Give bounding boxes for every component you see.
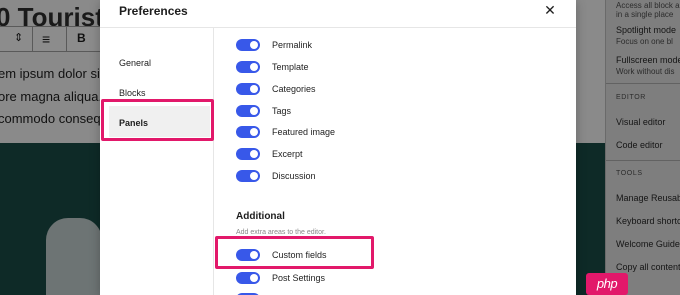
post-settings-toggle[interactable] (236, 272, 260, 284)
option-label: Tags (272, 106, 292, 116)
toolbar-divider (32, 27, 33, 51)
featured-image-toggle[interactable] (236, 126, 260, 138)
menu-divider (606, 83, 680, 84)
template-toggle[interactable] (236, 61, 260, 73)
modal-header: Preferences ✕ (100, 0, 576, 28)
menu-item-manage-reusable[interactable]: Manage Reusable (616, 193, 680, 203)
tab-panels[interactable]: Panels (109, 106, 210, 137)
preferences-nav: General Blocks Panels (100, 28, 214, 295)
menu-item-copy-all-content[interactable]: Copy all content (616, 262, 680, 272)
panel-option-tags: Tags (236, 103, 291, 119)
php-watermark-logo: php (586, 273, 628, 295)
preferences-modal: Preferences ✕ General Blocks Panels Perm… (100, 0, 576, 295)
option-label: Discussion (272, 171, 316, 181)
additional-description: Add extra areas to the editor. (236, 229, 326, 236)
panel-option-discussion: Discussion (236, 168, 316, 184)
panel-option-excerpt: Excerpt (236, 146, 303, 162)
panel-option-template: Template (236, 59, 309, 75)
menu-item-code-editor[interactable]: Code editor (616, 140, 663, 150)
option-label: Custom fields (272, 250, 327, 260)
permalink-toggle[interactable] (236, 39, 260, 51)
categories-toggle[interactable] (236, 83, 260, 95)
menu-item-desc: Focus on one bl (616, 37, 673, 46)
paragraph-line: em ipsum dolor sit a (0, 66, 115, 81)
panels-content: Permalink Template Categories Tags Featu… (215, 28, 576, 295)
menu-item-desc: in a single place (616, 10, 674, 19)
panel-option-permalink: Permalink (236, 37, 312, 53)
toolbar-divider (66, 27, 67, 51)
bold-icon[interactable]: B (77, 31, 86, 45)
menu-item-keyboard-shortcuts[interactable]: Keyboard shortc (616, 216, 680, 226)
option-label: Featured image (272, 127, 336, 137)
menu-item-spotlight[interactable]: Spotlight mode (616, 25, 676, 35)
options-menu: Access all block an in a single place Sp… (605, 0, 680, 295)
additional-heading: Additional (236, 211, 285, 222)
menu-divider (606, 160, 680, 161)
option-label: Permalink (272, 40, 313, 50)
panel-option-categories: Categories (236, 81, 316, 97)
menu-heading-editor: EDITOR (616, 94, 646, 101)
custom-fields-toggle[interactable] (236, 249, 260, 261)
option-label: Post Settings (272, 273, 326, 283)
tab-general[interactable]: General (109, 46, 210, 77)
close-icon: ✕ (544, 2, 556, 18)
option-label: Excerpt (272, 149, 303, 159)
menu-item-desc: Access all block an (616, 1, 680, 10)
panel-option-post-settings: Post Settings (236, 270, 325, 286)
menu-item-fullscreen[interactable]: Fullscreen mode (616, 55, 680, 65)
cover-image-figure (46, 218, 102, 295)
block-toolbar: ⇕ ≡ B (0, 26, 100, 52)
align-left-icon[interactable]: ≡ (42, 31, 50, 47)
menu-item-welcome-guide[interactable]: Welcome Guide (616, 239, 680, 249)
panel-option-partial (236, 291, 260, 295)
option-label: Template (272, 62, 309, 72)
excerpt-toggle[interactable] (236, 148, 260, 160)
paragraph-line: commodo consequa (0, 111, 116, 126)
paragraph-line: ore magna aliqua. U (0, 89, 116, 104)
tags-toggle[interactable] (236, 105, 260, 117)
menu-item-desc: Work without dis (616, 67, 675, 76)
menu-heading-tools: TOOLS (616, 170, 643, 177)
move-arrows-icon[interactable]: ⇕ (14, 31, 23, 44)
option-label: Categories (272, 84, 316, 94)
menu-item-visual-editor[interactable]: Visual editor (616, 117, 665, 127)
modal-title: Preferences (119, 4, 188, 18)
panel-option-custom-fields: Custom fields (236, 247, 327, 263)
panel-option-featured-image: Featured image (236, 124, 335, 140)
discussion-toggle[interactable] (236, 170, 260, 182)
close-button[interactable]: ✕ (540, 0, 560, 20)
tab-blocks[interactable]: Blocks (109, 76, 210, 107)
